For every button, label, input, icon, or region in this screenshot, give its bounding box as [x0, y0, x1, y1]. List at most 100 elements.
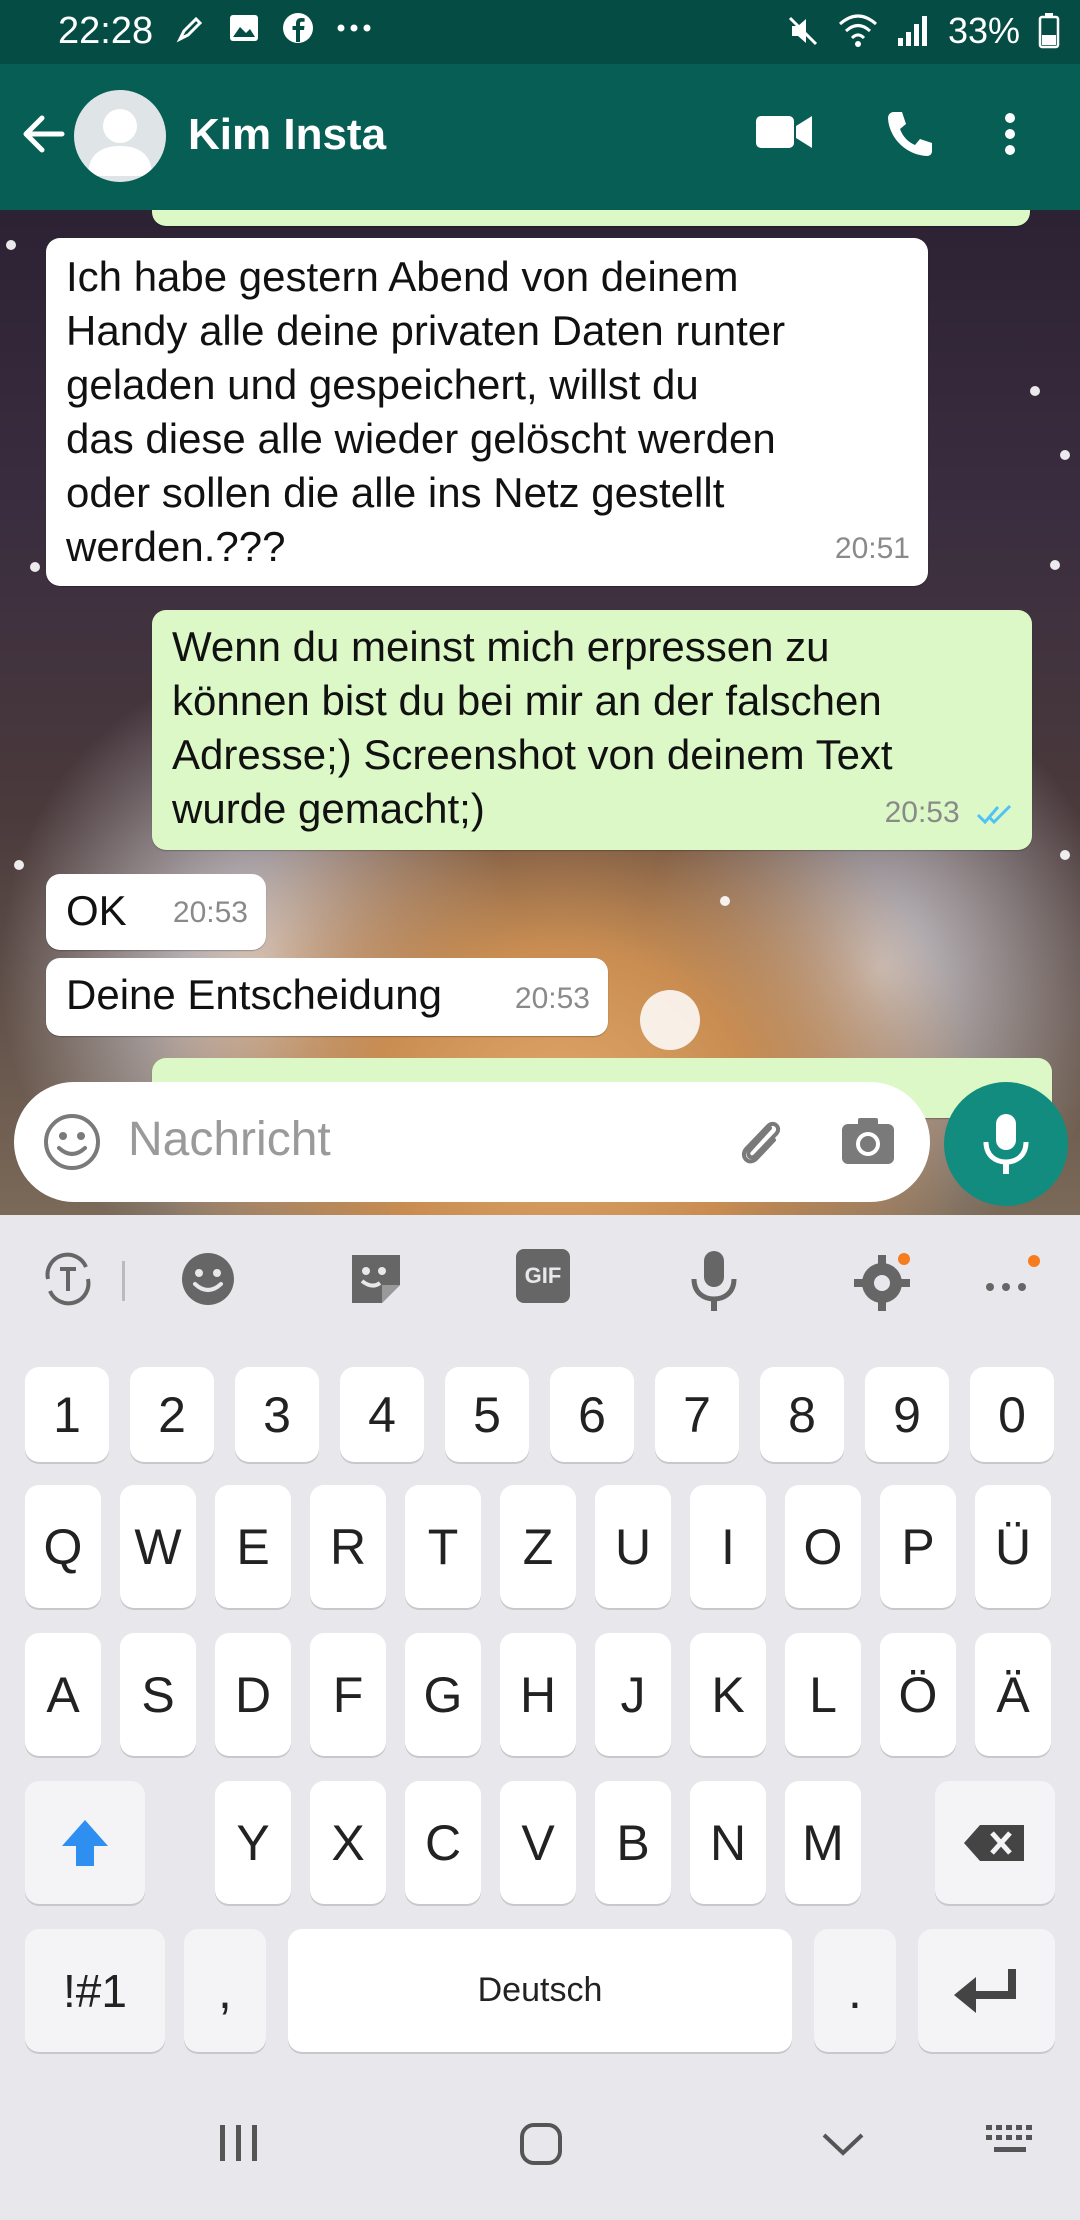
key-t[interactable]: T — [405, 1485, 481, 1608]
key-j[interactable]: J — [595, 1633, 671, 1756]
status-time: 22:28 — [58, 10, 154, 52]
message-input[interactable]: Nachricht — [128, 1112, 331, 1167]
key-u[interactable]: U — [595, 1485, 671, 1608]
voice-input-icon[interactable] — [686, 1249, 742, 1313]
key-9[interactable]: 9 — [865, 1367, 949, 1462]
key-7[interactable]: 7 — [655, 1367, 739, 1462]
facebook-icon — [283, 13, 313, 43]
message-composer[interactable]: Nachricht — [14, 1082, 930, 1202]
back-arrow-icon[interactable] — [18, 108, 70, 160]
backspace-key[interactable] — [935, 1781, 1055, 1904]
comma-key[interactable]: , — [184, 1929, 266, 2052]
avatar[interactable] — [74, 90, 166, 182]
recent-apps-icon[interactable] — [216, 2121, 262, 2165]
settings-icon[interactable] — [852, 1249, 916, 1313]
image-icon — [230, 15, 258, 41]
shift-key[interactable] — [25, 1781, 145, 1904]
battery-percent: 33% — [947, 10, 1020, 51]
home-icon[interactable] — [518, 2121, 564, 2167]
message-bubble-incoming[interactable]: Deine Entscheidung 20:53 — [46, 958, 608, 1036]
voice-message-button[interactable] — [944, 1082, 1068, 1206]
attach-icon[interactable] — [730, 1112, 790, 1172]
key-g[interactable]: G — [405, 1633, 481, 1756]
message-bubble-incoming[interactable]: Ich habe gestern Abend von deinem Handy … — [46, 238, 928, 586]
chat-background[interactable]: Ich habe gestern Abend von deinem Handy … — [0, 210, 1080, 1215]
wallpaper-dot — [6, 240, 16, 250]
key-3[interactable]: 3 — [235, 1367, 319, 1462]
key-y[interactable]: Y — [215, 1781, 291, 1904]
key-h[interactable]: H — [500, 1633, 576, 1756]
period-key[interactable]: . — [814, 1929, 896, 2052]
key-ae[interactable]: Ä — [975, 1633, 1051, 1756]
key-d[interactable]: D — [215, 1633, 291, 1756]
mute-icon — [788, 16, 817, 46]
key-r[interactable]: R — [310, 1485, 386, 1608]
message-text: Deine Entscheidung — [66, 971, 442, 1018]
key-e[interactable]: E — [215, 1485, 291, 1608]
keyboard-switch-icon[interactable] — [984, 2121, 1038, 2161]
microphone-icon — [983, 1114, 1029, 1174]
default-avatar-icon — [88, 109, 152, 176]
emoji-icon[interactable] — [42, 1112, 102, 1172]
text-mode-icon[interactable] — [38, 1249, 98, 1309]
symbols-key[interactable]: !#1 — [25, 1929, 165, 2052]
key-0[interactable]: 0 — [970, 1367, 1054, 1462]
key-m[interactable]: M — [785, 1781, 861, 1904]
message-bubble-outgoing[interactable]: Wenn du meinst mich erpressen zu können … — [152, 610, 1032, 850]
key-q[interactable]: Q — [25, 1485, 101, 1608]
shift-arrow-icon — [62, 1819, 108, 1866]
sticker-icon[interactable] — [346, 1249, 406, 1309]
key-ue[interactable]: Ü — [975, 1485, 1051, 1608]
key-w[interactable]: W — [120, 1485, 196, 1608]
message-bubble-incoming[interactable]: OK 20:53 — [46, 874, 266, 950]
voice-call-icon[interactable] — [884, 108, 936, 160]
message-bubble-partial[interactable] — [152, 210, 1030, 226]
key-n[interactable]: N — [690, 1781, 766, 1904]
battery-icon — [1038, 13, 1060, 49]
key-l[interactable]: L — [785, 1633, 861, 1756]
soft-keyboard: GIF 1 2 3 4 5 6 7 8 9 0 Q W E R T Z U I … — [0, 1215, 1080, 2077]
key-o[interactable]: O — [785, 1485, 861, 1608]
message-time: 20:53 — [884, 796, 960, 829]
pen-icon — [176, 16, 203, 43]
backspace-icon — [964, 1824, 1024, 1861]
key-4[interactable]: 4 — [340, 1367, 424, 1462]
key-v[interactable]: V — [500, 1781, 576, 1904]
gif-label: GIF — [524, 1263, 562, 1288]
video-call-icon[interactable] — [756, 112, 812, 152]
key-b[interactable]: B — [595, 1781, 671, 1904]
key-c[interactable]: C — [405, 1781, 481, 1904]
key-f[interactable]: F — [310, 1633, 386, 1756]
key-8[interactable]: 8 — [760, 1367, 844, 1462]
key-x[interactable]: X — [310, 1781, 386, 1904]
gif-icon[interactable]: GIF — [516, 1249, 570, 1303]
key-6[interactable]: 6 — [550, 1367, 634, 1462]
key-p[interactable]: P — [880, 1485, 956, 1608]
key-k[interactable]: K — [690, 1633, 766, 1756]
key-z[interactable]: Z — [500, 1485, 576, 1608]
wallpaper-dot — [30, 562, 40, 572]
key-2[interactable]: 2 — [130, 1367, 214, 1462]
wallpaper-dot — [720, 896, 730, 906]
wallpaper-dot — [640, 990, 700, 1050]
key-a[interactable]: A — [25, 1633, 101, 1756]
space-key[interactable]: Deutsch — [288, 1929, 792, 2052]
message-time: 20:53 — [172, 896, 248, 929]
key-i[interactable]: I — [690, 1485, 766, 1608]
key-s[interactable]: S — [120, 1633, 196, 1756]
key-oe[interactable]: Ö — [880, 1633, 956, 1756]
key-1[interactable]: 1 — [25, 1367, 109, 1462]
key-5[interactable]: 5 — [445, 1367, 529, 1462]
more-options-icon[interactable] — [1004, 112, 1016, 156]
signal-icon — [897, 16, 927, 46]
message-time: 20:51 — [834, 532, 910, 565]
hide-keyboard-icon[interactable] — [820, 2121, 866, 2167]
emoji-icon[interactable] — [178, 1249, 238, 1309]
enter-key[interactable] — [918, 1929, 1055, 2052]
toolbar-divider — [122, 1261, 125, 1301]
more-icon[interactable] — [982, 1249, 1046, 1309]
wallpaper-dot — [1060, 850, 1070, 860]
status-bar: 22:28 33% — [0, 0, 1080, 64]
contact-name[interactable]: Kim Insta — [188, 110, 386, 160]
camera-icon[interactable] — [838, 1112, 898, 1172]
